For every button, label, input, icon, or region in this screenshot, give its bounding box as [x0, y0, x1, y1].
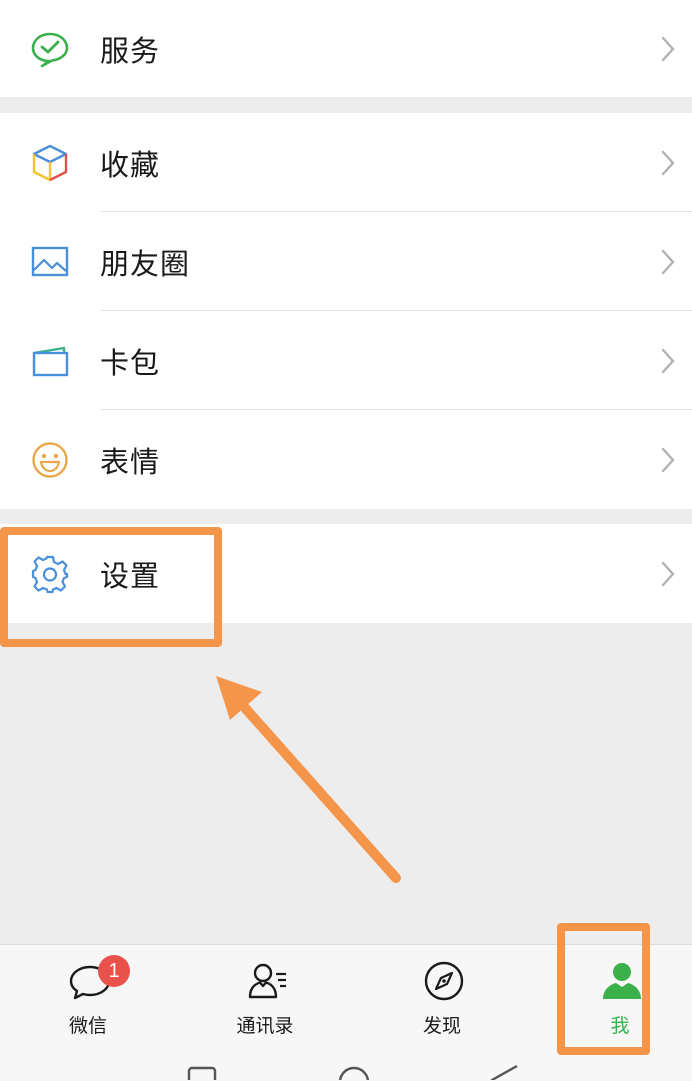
compass-icon	[422, 959, 466, 1003]
system-nav-bar	[0, 1060, 692, 1080]
home-icon[interactable]	[336, 1060, 372, 1080]
menu-item-settings[interactable]: 设置	[0, 524, 692, 623]
chevron-right-icon	[660, 150, 676, 176]
menu-group-main: 收藏 朋友圈 卡包 表情	[0, 113, 692, 509]
chevron-right-icon	[660, 447, 676, 473]
tab-chats[interactable]: 1 微信	[28, 955, 148, 1037]
gear-icon	[30, 554, 70, 594]
menu-item-label: 服务	[100, 33, 161, 68]
card-wallet-icon	[30, 341, 70, 381]
menu-item-label: 收藏	[100, 147, 161, 182]
menu-item-cards[interactable]: 卡包	[0, 311, 692, 410]
unread-badge: 1	[98, 955, 130, 987]
menu-item-favorites[interactable]: 收藏	[0, 113, 692, 212]
cube-icon	[30, 143, 70, 183]
menu-item-label: 朋友圈	[100, 246, 191, 281]
picture-icon	[30, 242, 70, 282]
tab-me[interactable]: 我	[560, 955, 680, 1037]
menu-item-services[interactable]: 服务	[0, 0, 692, 97]
menu-item-stickers[interactable]: 表情	[0, 410, 692, 509]
chevron-right-icon	[660, 249, 676, 275]
tab-label: 微信	[68, 1015, 107, 1037]
menu-item-label: 设置	[100, 558, 161, 593]
back-icon[interactable]	[488, 1060, 520, 1080]
menu-group-services: 服务	[0, 0, 692, 97]
tab-label: 我	[610, 1015, 630, 1037]
smiley-icon	[30, 440, 70, 480]
person-icon	[600, 959, 644, 1003]
contacts-icon	[245, 959, 289, 1003]
annotation-arrow-icon	[216, 676, 401, 883]
chevron-right-icon	[660, 36, 676, 62]
tab-contacts[interactable]: 通讯录	[205, 955, 325, 1037]
wechat-pay-check-icon	[30, 29, 70, 69]
chevron-right-icon	[660, 348, 676, 374]
chevron-right-icon	[660, 561, 676, 587]
menu-item-moments[interactable]: 朋友圈	[0, 212, 692, 311]
tab-discover[interactable]: 发现	[382, 955, 502, 1037]
menu-item-label: 表情	[100, 444, 161, 479]
tab-label: 发现	[422, 1015, 461, 1037]
tab-label: 通讯录	[236, 1015, 294, 1037]
recent-apps-icon[interactable]	[186, 1060, 218, 1080]
menu-item-label: 卡包	[100, 345, 161, 380]
menu-group-settings: 设置	[0, 524, 692, 623]
